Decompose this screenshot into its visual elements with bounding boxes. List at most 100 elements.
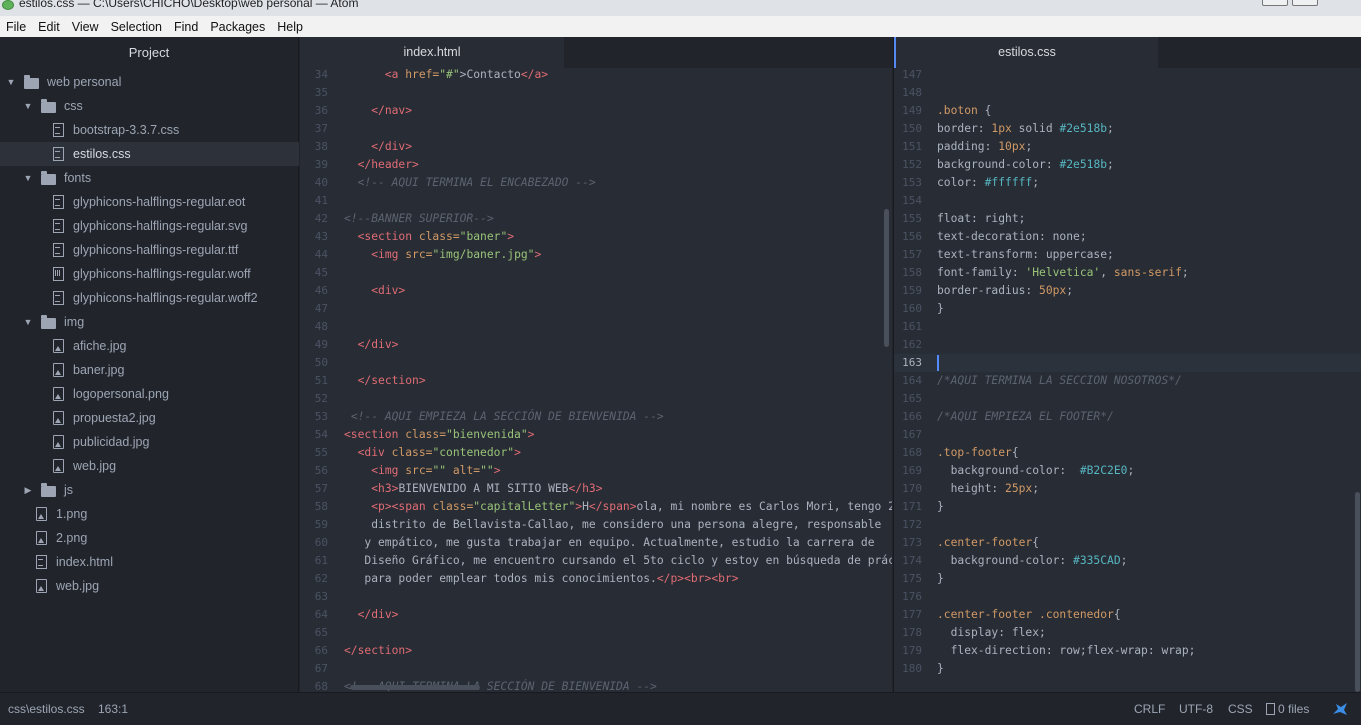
code-line[interactable]: 38 </div> bbox=[300, 138, 892, 156]
chevron-down-icon[interactable]: ▼ bbox=[23, 317, 33, 327]
code-line[interactable]: 174 background-color: #335CAD; bbox=[894, 552, 1361, 570]
menu-view[interactable]: View bbox=[72, 20, 99, 34]
code-line[interactable]: 171} bbox=[894, 498, 1361, 516]
tab-estilos-css[interactable]: estilos.css bbox=[894, 37, 1158, 68]
code-line[interactable]: 42 <!--BANNER SUPERIOR--> bbox=[300, 210, 892, 228]
code-line[interactable]: 63 bbox=[300, 588, 892, 606]
code-line[interactable]: 50 bbox=[300, 354, 892, 372]
code-line[interactable]: 165 bbox=[894, 390, 1361, 408]
chevron-down-icon[interactable]: ▼ bbox=[23, 101, 33, 111]
tree-item[interactable]: ▼ fonts bbox=[0, 166, 299, 190]
code-line[interactable]: 180} bbox=[894, 660, 1361, 678]
code-line[interactable]: 148 bbox=[894, 84, 1361, 102]
code-editor-right[interactable]: 147 148 149 .boton {150 border: 1px solid #2… bbox=[894, 68, 1361, 692]
status-git-files[interactable]: 0 files bbox=[1266, 702, 1309, 716]
code-line[interactable]: 157 text-transform: uppercase; bbox=[894, 246, 1361, 264]
status-line-ending[interactable]: CRLF bbox=[1134, 702, 1165, 716]
chevron-right-icon[interactable]: ▶ bbox=[23, 485, 33, 496]
code-line[interactable]: 40 <!-- AQUI TERMINA EL ENCABEZADO --> bbox=[300, 174, 892, 192]
code-line[interactable]: 45 bbox=[300, 264, 892, 282]
code-line[interactable]: 44 <img src="img/baner.jpg"> bbox=[300, 246, 892, 264]
minimize-button[interactable] bbox=[1262, 0, 1288, 6]
horizontal-scrollbar-left[interactable] bbox=[350, 685, 480, 690]
code-line[interactable]: 163 bbox=[894, 354, 1361, 372]
code-line[interactable]: 51 </section> bbox=[300, 372, 892, 390]
code-line[interactable]: 52 bbox=[300, 390, 892, 408]
code-line[interactable]: 172 bbox=[894, 516, 1361, 534]
code-line[interactable]: 64 </div> bbox=[300, 606, 892, 624]
code-line[interactable]: 178 display: flex; bbox=[894, 624, 1361, 642]
chevron-down-icon[interactable]: ▼ bbox=[23, 173, 33, 183]
code-line[interactable]: 176 bbox=[894, 588, 1361, 606]
code-line[interactable]: 150 border: 1px solid #2e518b; bbox=[894, 120, 1361, 138]
code-line[interactable]: 48 bbox=[300, 318, 892, 336]
chevron-down-icon[interactable]: ▼ bbox=[6, 77, 16, 87]
code-line[interactable]: 66 </section> bbox=[300, 642, 892, 660]
tree-item[interactable]: index.html bbox=[0, 550, 299, 574]
status-encoding[interactable]: UTF-8 bbox=[1179, 702, 1213, 716]
code-line[interactable]: 34 <a href="#">Contacto</a> bbox=[300, 66, 892, 84]
tree-item[interactable]: ▼ img bbox=[0, 310, 299, 334]
tree-item[interactable]: ▼ css bbox=[0, 94, 299, 118]
code-line[interactable]: 175} bbox=[894, 570, 1361, 588]
tree-item[interactable]: glyphicons-halflings-regular.svg bbox=[0, 214, 299, 238]
code-line[interactable]: 161 bbox=[894, 318, 1361, 336]
code-line[interactable]: 149 .boton { bbox=[894, 102, 1361, 120]
code-line[interactable]: 41 bbox=[300, 192, 892, 210]
code-line[interactable]: 177 .center-footer .contenedor{ bbox=[894, 606, 1361, 624]
status-grammar[interactable]: CSS bbox=[1228, 702, 1253, 716]
tree-item[interactable]: baner.jpg bbox=[0, 358, 299, 382]
tab-index-html[interactable]: index.html bbox=[300, 37, 564, 68]
menu-find[interactable]: Find bbox=[174, 20, 198, 34]
tree-item[interactable]: afiche.jpg bbox=[0, 334, 299, 358]
code-line[interactable]: 54 <section class="bienvenida"> bbox=[300, 426, 892, 444]
vertical-scrollbar-left[interactable] bbox=[884, 209, 889, 347]
code-line[interactable]: 170 height: 25px; bbox=[894, 480, 1361, 498]
code-line[interactable]: 151 padding: 10px; bbox=[894, 138, 1361, 156]
vertical-scrollbar-right[interactable] bbox=[1355, 492, 1360, 692]
code-line[interactable]: 43 <section class="baner"> bbox=[300, 228, 892, 246]
menu-file[interactable]: File bbox=[6, 20, 26, 34]
code-line[interactable]: 47 bbox=[300, 300, 892, 318]
menu-help[interactable]: Help bbox=[277, 20, 303, 34]
code-line[interactable]: 56 <img src="" alt=""> bbox=[300, 462, 892, 480]
code-line[interactable]: 167 bbox=[894, 426, 1361, 444]
squirrel-icon[interactable] bbox=[1331, 701, 1349, 717]
code-line[interactable]: 154 bbox=[894, 192, 1361, 210]
tree-item[interactable]: bootstrap-3.3.7.css bbox=[0, 118, 299, 142]
code-editor-left[interactable]: 34 <a href="#">Contacto</a> 35 36 </nav> 37… bbox=[300, 68, 892, 692]
code-line[interactable]: 168 .top-footer{ bbox=[894, 444, 1361, 462]
tree-item[interactable]: web.jpg bbox=[0, 454, 299, 478]
status-cursor-position[interactable]: 163:1 bbox=[98, 702, 128, 716]
code-line[interactable]: 59 distrito de Bellavista-Callao, me con… bbox=[300, 516, 892, 534]
code-line[interactable]: 158 font-family: 'Helvetica', sans-serif; bbox=[894, 264, 1361, 282]
tree-item[interactable]: 2.png bbox=[0, 526, 299, 550]
code-line[interactable]: 35 bbox=[300, 84, 892, 102]
tree-item[interactable]: logopersonal.png bbox=[0, 382, 299, 406]
code-line[interactable]: 60 y empático, me gusta trabajar en equi… bbox=[300, 534, 892, 552]
code-line[interactable]: 147 bbox=[894, 66, 1361, 84]
code-line[interactable]: 37 bbox=[300, 120, 892, 138]
tree-item[interactable]: glyphicons-halflings-regular.eot bbox=[0, 190, 299, 214]
code-line[interactable]: 57 <h3>BIENVENIDO A MI SITIO WEB</h3> bbox=[300, 480, 892, 498]
code-line[interactable]: 55 <div class="contenedor"> bbox=[300, 444, 892, 462]
code-line[interactable]: 67 bbox=[300, 660, 892, 678]
code-line[interactable]: 153 color: #ffffff; bbox=[894, 174, 1361, 192]
code-line[interactable]: 152 background-color: #2e518b; bbox=[894, 156, 1361, 174]
code-line[interactable]: 156 text-decoration: none; bbox=[894, 228, 1361, 246]
status-file-path[interactable]: css\estilos.css bbox=[8, 702, 85, 716]
tree-item[interactable]: glyphicons-halflings-regular.woff2 bbox=[0, 286, 299, 310]
tree-item[interactable]: publicidad.jpg bbox=[0, 430, 299, 454]
maximize-button[interactable] bbox=[1292, 0, 1318, 6]
code-line[interactable]: 162 bbox=[894, 336, 1361, 354]
code-line[interactable]: 164 /*AQUI TERMINA LA SECCION NOSOTROS*/ bbox=[894, 372, 1361, 390]
tree-item[interactable]: ▶ js bbox=[0, 478, 299, 502]
code-line[interactable]: 166 /*AQUI EMPIEZA EL FOOTER*/ bbox=[894, 408, 1361, 426]
code-line[interactable]: 169 background-color: #B2C2E0; bbox=[894, 462, 1361, 480]
tree-item[interactable]: glyphicons-halflings-regular.woff bbox=[0, 262, 299, 286]
code-line[interactable]: 61 Diseño Gráfico, me encuentro cursando… bbox=[300, 552, 892, 570]
code-line[interactable]: 58 <p><span class="capitalLetter">H</spa… bbox=[300, 498, 892, 516]
code-line[interactable]: 49 </div> bbox=[300, 336, 892, 354]
code-line[interactable]: 155 float: right; bbox=[894, 210, 1361, 228]
menu-edit[interactable]: Edit bbox=[38, 20, 60, 34]
